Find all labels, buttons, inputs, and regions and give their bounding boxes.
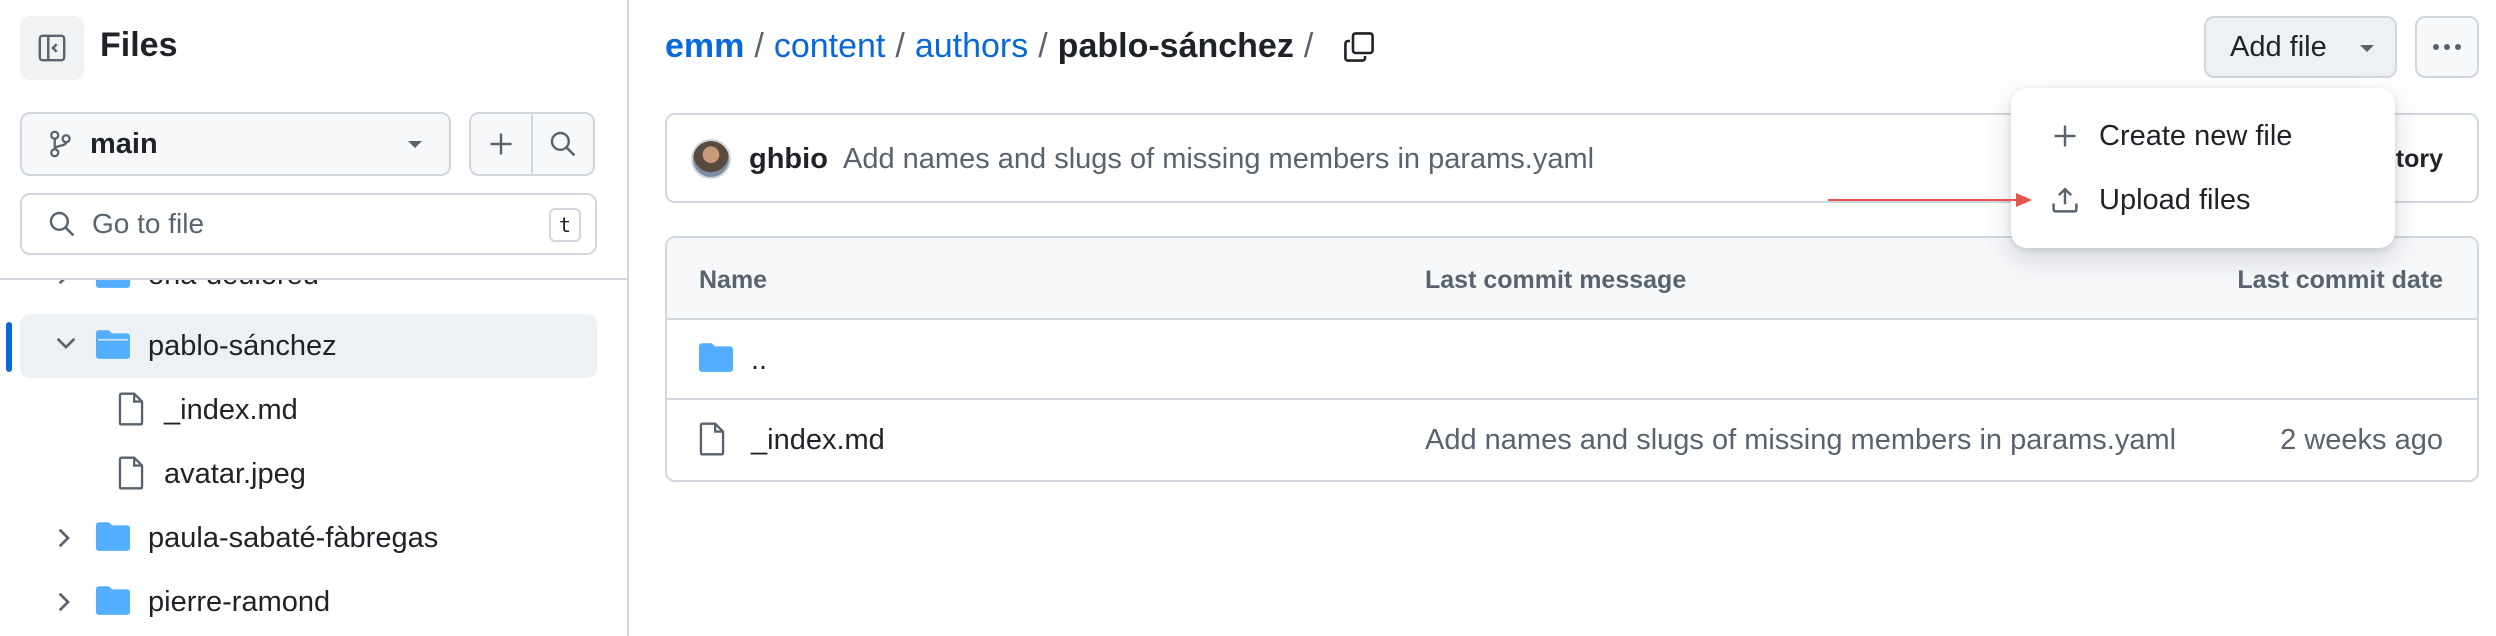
history-link[interactable]: tory <box>2396 145 2443 174</box>
tree-item-index-md[interactable]: _index.md <box>20 378 597 442</box>
add-file-button[interactable] <box>469 112 533 176</box>
chevron-down-icon <box>56 337 76 350</box>
sidebar-collapse-icon <box>38 34 66 62</box>
collapse-sidebar-button[interactable] <box>20 16 84 80</box>
breadcrumb-link-content[interactable]: content <box>774 27 886 66</box>
file-icon <box>118 456 144 490</box>
table-row[interactable]: _index.md Add names and slugs of missing… <box>667 400 2477 480</box>
go-to-file-input[interactable]: Go to file t <box>20 193 597 255</box>
plus-icon <box>2054 125 2076 147</box>
tree-item-label: avatar.jpeg <box>164 458 306 490</box>
tree-item-avatar-jpeg[interactable]: avatar.jpeg <box>20 442 597 506</box>
table-header: Name Last commit message Last commit dat… <box>667 238 2477 320</box>
file-table: Name Last commit message Last commit dat… <box>665 236 2479 482</box>
branch-name: main <box>90 127 158 160</box>
column-header-date: Last commit date <box>2237 266 2443 294</box>
tree-item-label: pablo-sánchez <box>148 330 337 362</box>
breadcrumb-current: pablo-sánchez <box>1057 27 1294 65</box>
sidebar-title: Files <box>100 26 178 64</box>
breadcrumb: emm / content / authors / pablo-sánchez … <box>665 27 1375 66</box>
add-file-dropdown-button[interactable]: Add file <box>2204 16 2397 78</box>
menu-item-upload-files[interactable]: Upload files <box>2019 170 2387 228</box>
tree-item-pierre-ramond[interactable]: pierre-ramond <box>20 570 597 634</box>
add-file-label: Add file <box>2230 30 2327 63</box>
file-tree: ona-deuloreu pablo-sánchez _index.md ava… <box>0 280 627 636</box>
menu-item-label: Create new file <box>2099 120 2293 152</box>
folder-icon <box>699 343 733 372</box>
column-header-name: Name <box>699 266 768 294</box>
file-name-link[interactable]: _index.md <box>751 424 885 457</box>
commit-message[interactable]: Add names and slugs of missing members i… <box>843 143 1594 176</box>
chevron-right-icon <box>58 280 65 285</box>
tree-item-paula-sabate-fabregas[interactable]: paula-sabaté-fàbregas <box>20 506 597 570</box>
tree-item-label: paula-sabaté-fàbregas <box>148 522 439 554</box>
menu-item-create-new-file[interactable]: Create new file <box>2019 106 2387 164</box>
tree-item-label: pierre-ramond <box>148 586 331 618</box>
file-commit-message[interactable]: Add names and slugs of missing members i… <box>1425 424 2176 457</box>
more-options-button[interactable] <box>2415 16 2479 78</box>
folder-icon <box>96 280 130 288</box>
caret-down-icon <box>2360 45 2374 52</box>
kebab-horizontal-icon <box>2433 44 2461 50</box>
annotation-arrow-icon <box>1828 193 2032 207</box>
search-icon <box>49 211 75 237</box>
parent-directory-link[interactable]: .. <box>751 344 767 377</box>
menu-item-label: Upload files <box>2099 184 2251 216</box>
file-icon <box>118 392 144 426</box>
chevron-right-icon <box>58 592 70 612</box>
avatar[interactable] <box>691 139 731 179</box>
caret-down-icon <box>408 141 422 148</box>
branch-selector[interactable]: main <box>20 112 451 176</box>
chevron-right-icon <box>58 528 70 548</box>
go-to-file-placeholder: Go to file <box>92 208 205 239</box>
tree-item-label: _index.md <box>164 394 298 426</box>
search-icon <box>550 131 576 157</box>
tree-item-pablo-sanchez[interactable]: pablo-sánchez <box>20 314 597 378</box>
active-item-marker <box>6 322 12 372</box>
search-files-button[interactable] <box>531 112 595 176</box>
upload-icon <box>2052 187 2078 213</box>
git-branch-icon <box>50 130 71 158</box>
file-tree-sidebar: Files main Go to file t ona-deuloreu pab… <box>0 0 629 636</box>
breadcrumb-separator: / <box>1303 27 1314 65</box>
copy-icon <box>1344 31 1375 62</box>
table-row[interactable]: .. <box>667 320 2477 400</box>
column-header-message: Last commit message <box>1425 266 1687 294</box>
file-commit-date: 2 weeks ago <box>2280 424 2443 456</box>
add-file-menu: Create new file Upload files <box>2011 88 2395 248</box>
plus-icon <box>490 133 512 155</box>
tree-item-label: ona-deuloreu <box>148 280 319 292</box>
keyboard-shortcut-hint: t <box>549 208 581 242</box>
breadcrumb-link-authors[interactable]: authors <box>915 27 1028 66</box>
breadcrumb-separator: / <box>895 27 905 65</box>
breadcrumb-link-emm[interactable]: emm <box>665 27 744 66</box>
breadcrumb-separator: / <box>1038 27 1048 65</box>
breadcrumb-separator: / <box>754 27 764 65</box>
folder-icon <box>96 586 130 615</box>
folder-open-icon <box>96 330 130 359</box>
tree-item-ona-deuloreu[interactable]: ona-deuloreu <box>20 280 597 307</box>
copy-path-button[interactable] <box>1343 31 1375 63</box>
file-icon <box>699 422 725 456</box>
commit-author[interactable]: ghbio <box>749 143 828 176</box>
folder-icon <box>96 522 130 551</box>
